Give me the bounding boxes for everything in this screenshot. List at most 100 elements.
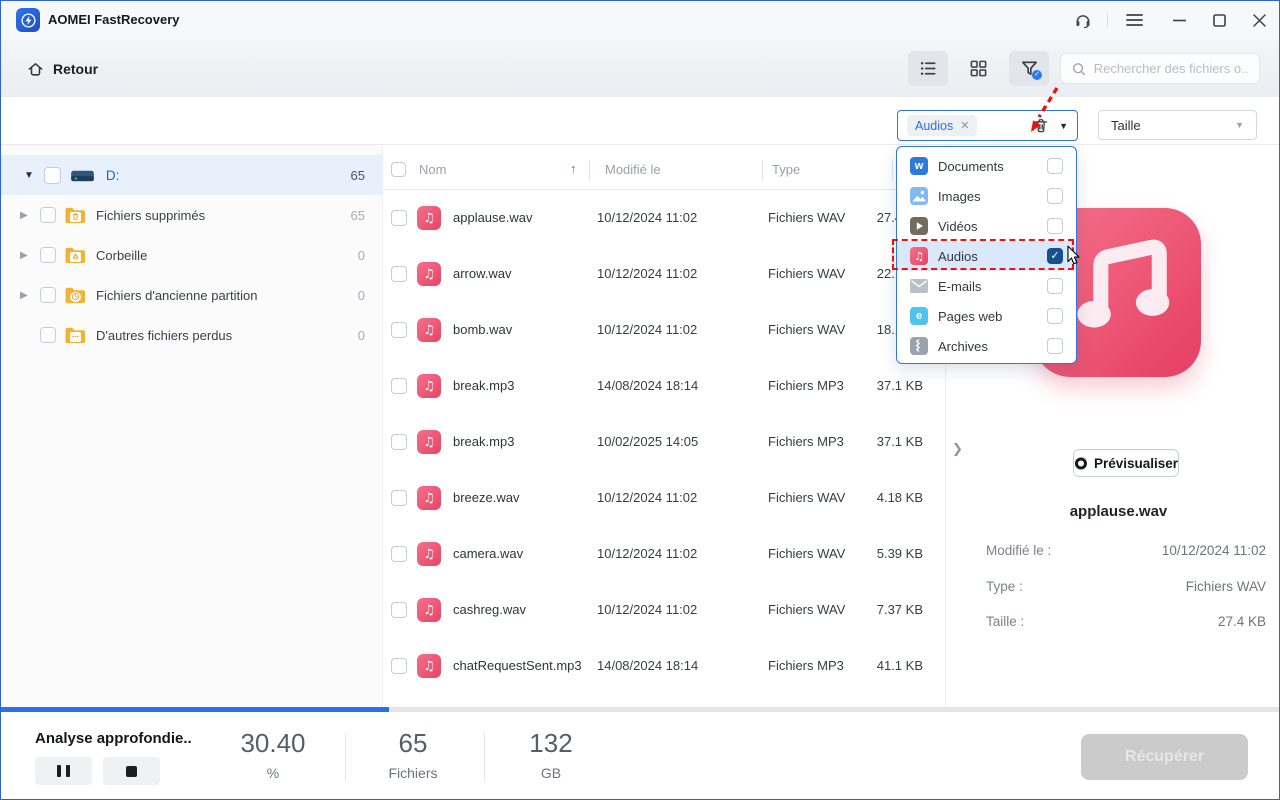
row-checkbox[interactable] [391,210,407,226]
search-input[interactable]: Rechercher des fichiers o... [1060,53,1260,84]
column-separator[interactable] [589,160,590,181]
dropdown-item-archives[interactable]: Archives [897,331,1076,361]
clear-filters-button[interactable] [1032,116,1050,135]
dropdown-item-label: Pages web [938,308,1003,324]
file-row[interactable]: ♫ break.mp3 10/02/2025 14:05 Fichiers MP3 3… [383,414,945,470]
maximize-button[interactable] [1205,8,1233,32]
column-header-type[interactable]: Type [772,162,800,177]
audio-file-icon: ♫ [417,542,441,566]
list-view-button[interactable] [908,51,948,86]
dropdown-item-web-pages[interactable]: e Pages web [897,301,1076,331]
panel-collapse-icon[interactable]: ❯ [952,441,963,457]
audio-file-icon: ♫ [417,374,441,398]
file-list: Nom ↑ Modifié le Type ♫ applause.wav 10/1… [383,145,945,707]
audio-file-icon: ♫ [417,598,441,622]
tree-node-recycle-bin[interactable]: ▶ Corbeille 0 [0,235,383,275]
tree-node-label: Fichiers d'ancienne partition [96,287,258,303]
back-button[interactable]: Retour [26,55,98,83]
row-checkbox[interactable] [391,490,407,506]
dropdown-item-videos[interactable]: Vidéos [897,211,1076,241]
size-filter-dropdown[interactable]: Taille ▼ [1098,110,1257,140]
minimize-icon [1172,19,1186,21]
collapse-caret-icon[interactable]: ▶ [20,250,30,261]
grid-view-button[interactable] [958,51,998,86]
detail-row: Modifié le : 10/12/2024 11:02 [986,543,1266,563]
type-filter-combobox[interactable]: Audios ✕ ▼ [897,110,1078,141]
collapse-caret-icon[interactable]: ▶ [20,290,30,301]
archives-checkbox[interactable] [1047,338,1063,354]
web-pages-checkbox[interactable] [1047,308,1063,324]
node-checkbox[interactable] [40,287,56,303]
row-checkbox[interactable] [391,546,407,562]
file-modified: 14/08/2024 18:14 [597,378,699,393]
file-modified: 10/12/2024 11:02 [597,602,698,617]
emails-checkbox[interactable] [1047,278,1063,294]
file-modified: 10/12/2024 11:02 [597,266,698,281]
documents-checkbox[interactable] [1047,158,1063,174]
tree-node-count: 0 [357,287,365,303]
select-all-checkbox[interactable] [391,162,406,177]
expand-caret-icon[interactable]: ▼ [24,170,34,181]
drive-d-checkbox[interactable] [43,166,61,184]
column-separator[interactable] [892,160,893,181]
stop-scan-button[interactable] [103,757,160,785]
collapse-caret-icon[interactable]: ▶ [20,210,30,221]
file-row[interactable]: ♫ cashreg.wav 10/12/2024 11:02 Fichiers WA… [383,582,945,638]
row-checkbox[interactable] [391,266,407,282]
recover-button[interactable]: Récupérer [1081,734,1248,780]
file-row[interactable]: ♫ applause.wav 10/12/2024 11:02 Fichiers W… [383,190,945,246]
column-header-name[interactable]: Nom [419,162,446,177]
dropdown-item-images[interactable]: Images [897,181,1076,211]
file-name: arrow.wav [453,266,512,281]
row-checkbox[interactable] [391,602,407,618]
row-checkbox[interactable] [391,322,407,338]
tree-node-count: 0 [357,327,365,343]
file-row[interactable]: ♫ bomb.wav 10/12/2024 11:02 Fichiers WAV 18… [383,302,945,358]
file-row[interactable]: ♫ breeze.wav 10/12/2024 11:02 Fichiers WAV… [383,470,945,526]
row-checkbox[interactable] [391,658,407,674]
detail-label: Type : [986,579,1023,594]
file-size: 41.1 KB [876,658,923,673]
tree-node-drive-d[interactable]: ▼ D: 65 [0,155,383,195]
preview-button-label: Prévisualiser [1093,455,1178,471]
sort-ascending-icon[interactable]: ↑ [570,161,577,176]
preview-file-name: applause.wav [1069,503,1168,520]
file-row[interactable]: ♫ arrow.wav 10/12/2024 11:02 Fichiers WAV 2… [383,246,945,302]
preview-button[interactable]: Prévisualiser [1073,449,1179,477]
tree-node-deleted-files[interactable]: ▶ Fichiers supprimés 65 [0,195,383,235]
column-separator[interactable] [762,160,763,181]
minimize-button[interactable] [1165,8,1193,32]
close-button[interactable] [1245,8,1273,32]
dropdown-item-documents[interactable]: w Documents [897,151,1076,181]
tree-node-old-partition[interactable]: ▶ Fichiers d'ancienne partition 0 [0,275,383,315]
column-header-modified[interactable]: Modifié le [605,162,661,177]
images-checkbox[interactable] [1047,188,1063,204]
drive-icon [70,167,95,184]
node-checkbox[interactable] [40,247,56,263]
node-checkbox[interactable] [40,327,56,343]
type-filter-chip[interactable]: Audios ✕ [907,115,978,136]
audio-file-icon: ♫ [417,262,441,286]
tree-node-other-lost-files[interactable]: D'autres fichiers perdus 0 [0,315,383,355]
support-headset-button[interactable] [1069,8,1097,32]
node-checkbox[interactable] [40,207,56,223]
type-filter-caret-icon[interactable]: ▼ [1059,121,1068,131]
file-row[interactable]: ♫ camera.wav 10/12/2024 11:02 Fichiers WAV… [383,526,945,582]
folder-trash-icon [64,206,87,225]
audio-file-icon: ♫ [417,486,441,510]
detail-label: Taille : [986,614,1025,629]
pause-scan-button[interactable] [35,757,92,785]
row-checkbox[interactable] [391,434,407,450]
file-row[interactable]: ♫ chatRequestSent.mp3 14/08/2024 18:14 Fic… [383,638,945,694]
menu-button[interactable] [1120,8,1148,32]
chip-remove-icon[interactable]: ✕ [960,119,969,132]
tree-node-count: 0 [357,247,365,263]
file-row[interactable]: ♫ break.mp3 14/08/2024 18:14 Fichiers MP3 3… [383,358,945,414]
videos-checkbox[interactable] [1047,218,1063,234]
row-checkbox[interactable] [391,378,407,394]
dropdown-item-emails[interactable]: E-mails [897,271,1076,301]
stop-icon [126,765,137,777]
filter-button[interactable]: ✓ [1009,51,1049,86]
detail-value: Fichiers WAV [1185,579,1266,594]
search-placeholder: Rechercher des fichiers o... [1093,61,1249,76]
